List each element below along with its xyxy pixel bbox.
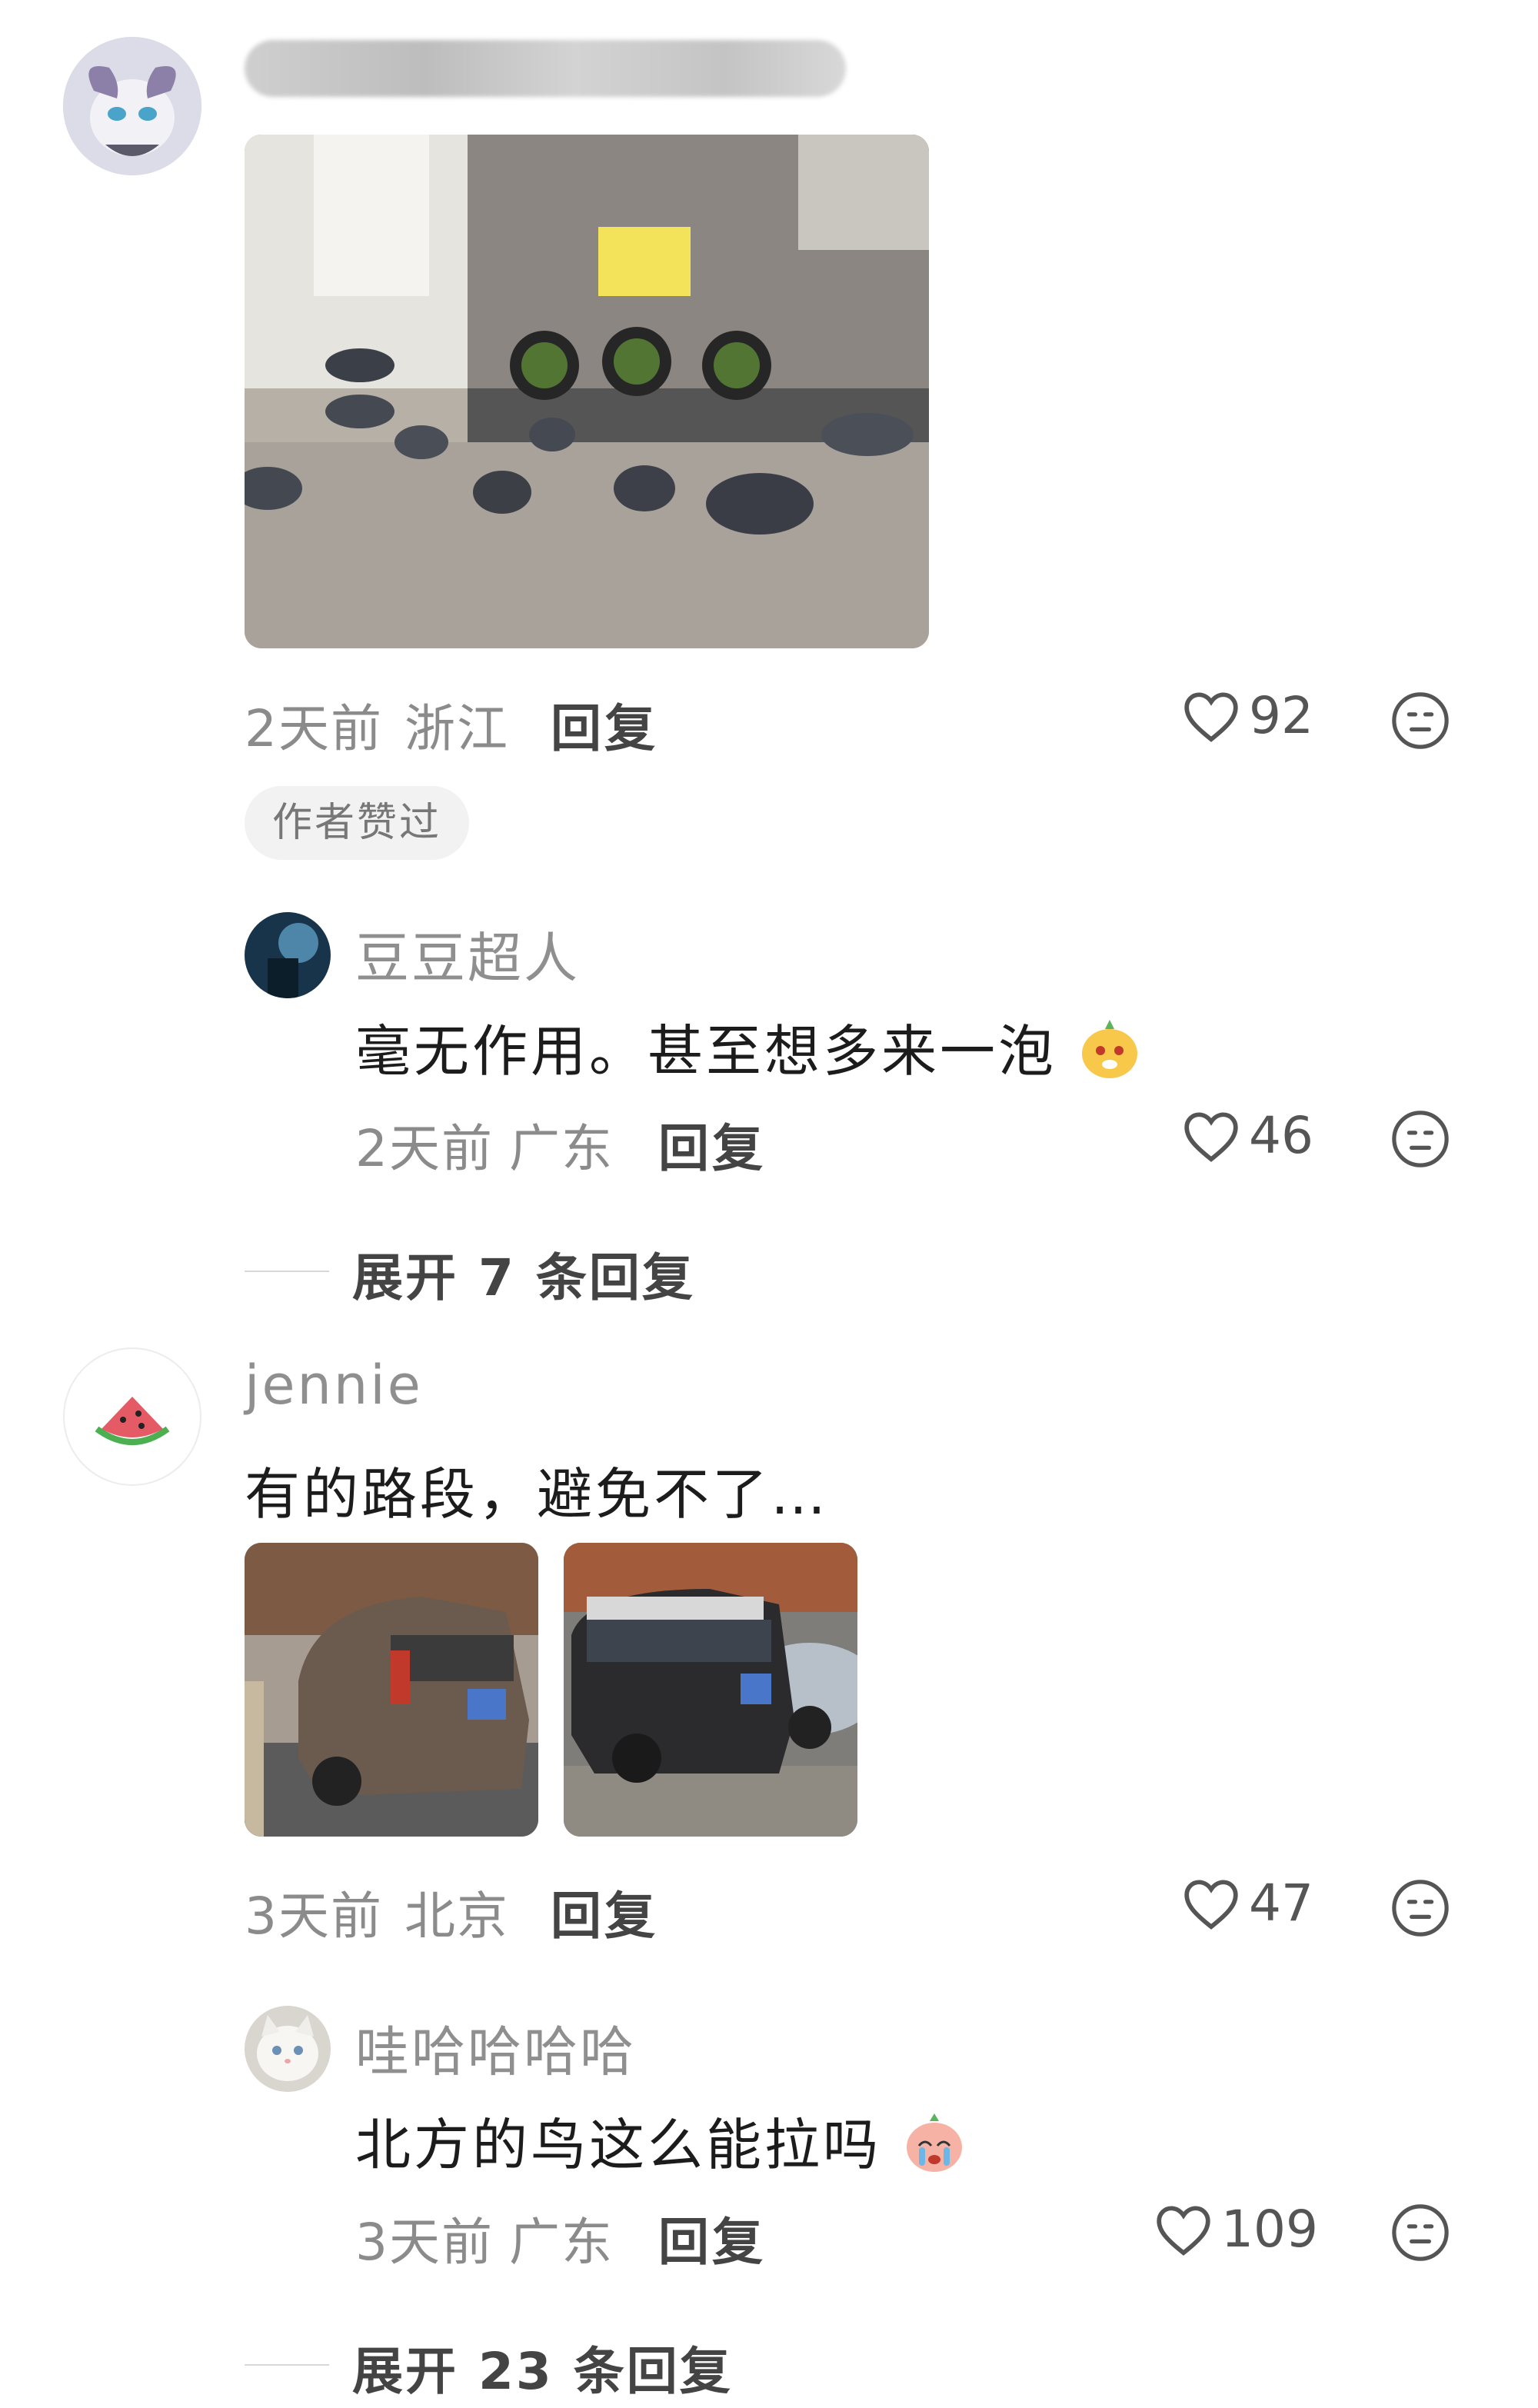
comment-avatar[interactable] — [63, 37, 201, 175]
like-count: 47 — [1249, 1873, 1313, 1933]
expand-replies-button[interactable]: 展开 23 条回复 — [352, 2330, 733, 2404]
divider-line — [245, 2364, 329, 2366]
comment-photo-pigeons[interactable] — [245, 135, 929, 648]
like-button[interactable]: 109 — [1154, 2200, 1318, 2259]
unhappy-face-icon[interactable] — [1390, 1109, 1450, 1169]
expand-replies-button[interactable]: 展开 7 条回复 — [352, 1237, 695, 1311]
reply-location: 广东 — [509, 2213, 614, 2272]
like-count: 92 — [1249, 686, 1313, 745]
divider-line — [245, 1271, 329, 1272]
heart-outline-icon — [1184, 691, 1238, 742]
reply-text: 北方的鸟这么能拉吗 — [355, 2100, 967, 2180]
reply-button[interactable]: 回复 — [551, 1875, 658, 1949]
comment-time: 2天前 — [245, 699, 383, 758]
like-button[interactable]: 92 — [1181, 686, 1313, 745]
comment-location: 北京 — [404, 1887, 509, 1946]
comment-text: 有的路段，避免不了… — [245, 1462, 830, 1527]
unhappy-face-icon[interactable] — [1390, 1878, 1450, 1938]
unhappy-face-icon[interactable] — [1390, 2203, 1450, 2263]
like-count: 109 — [1221, 2200, 1318, 2259]
smirk-emoji-icon — [1081, 1020, 1137, 1078]
reply-username[interactable]: 哇哈哈哈哈 — [355, 2009, 636, 2087]
reply-button[interactable]: 回复 — [551, 688, 658, 761]
reply-time: 2天前 — [355, 1119, 494, 1178]
reply-text: 毫无作用。甚至想多来一泡 — [355, 1006, 1142, 1087]
reply-button[interactable]: 回复 — [658, 1107, 766, 1181]
heart-outline-icon — [1184, 1879, 1238, 1930]
reply-location: 广东 — [509, 1119, 614, 1178]
reply-time: 3天前 — [355, 2213, 494, 2272]
reply-button[interactable]: 回复 — [658, 2201, 766, 2275]
comment-location: 浙江 — [404, 699, 509, 758]
reply-username[interactable]: 豆豆超人 — [355, 915, 580, 993]
crying-emoji-icon — [906, 2113, 962, 2172]
like-count: 46 — [1249, 1106, 1313, 1165]
comment-photo-car-2[interactable] — [564, 1543, 857, 1837]
username-blurred[interactable] — [245, 40, 846, 97]
heart-outline-icon — [1157, 2205, 1210, 2256]
comment-photo-car-1[interactable] — [245, 1543, 538, 1837]
heart-outline-icon — [1184, 1111, 1238, 1162]
unhappy-face-icon[interactable] — [1390, 691, 1450, 751]
like-button[interactable]: 47 — [1181, 1873, 1313, 1933]
comment-time: 3天前 — [245, 1887, 383, 1946]
reply-avatar[interactable] — [245, 2006, 331, 2092]
reply-avatar[interactable] — [245, 912, 331, 998]
like-button[interactable]: 46 — [1181, 1106, 1313, 1165]
comment-avatar[interactable] — [63, 1347, 201, 1486]
comment-username[interactable]: jennie — [245, 1354, 423, 1417]
author-liked-badge: 作者赞过 — [245, 786, 470, 860]
